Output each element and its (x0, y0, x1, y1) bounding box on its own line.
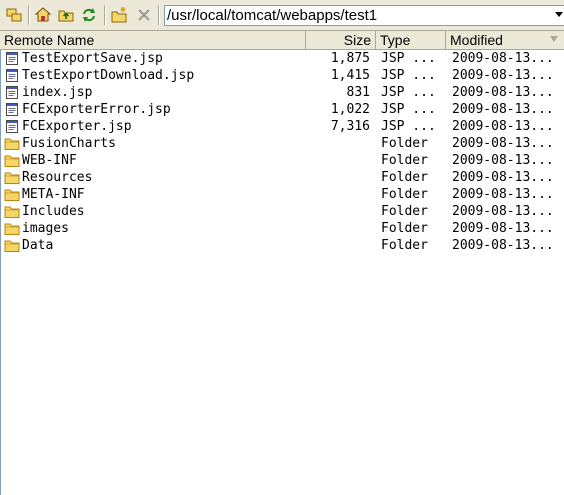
toolbar: /usr/local/tomcat/webapps/test1 (0, 0, 564, 31)
chevron-down-icon[interactable] (555, 12, 563, 17)
list-item[interactable]: Includes Folder 2009-08-13... (0, 203, 564, 220)
home-folder-icon[interactable] (32, 4, 54, 26)
folder-icon (4, 221, 20, 236)
file-name: Resources (22, 170, 93, 185)
remote-file-list[interactable]: TestExportSave.jsp 1,875 JSP ... 2009-08… (0, 50, 564, 495)
folder-icon (4, 153, 20, 168)
file-size (305, 152, 370, 169)
file-type: Folder (381, 238, 428, 253)
file-size: 831 (346, 85, 370, 100)
file-type: JSP ... (381, 102, 436, 117)
file-modified: 2009-08-13... (452, 136, 554, 151)
file-type: Folder (381, 221, 428, 236)
file-type: JSP ... (381, 85, 436, 100)
column-header-modified[interactable]: Modified (446, 31, 564, 49)
file-size (305, 186, 370, 203)
file-modified: 2009-08-13... (452, 85, 554, 100)
file-name: FCExporter.jsp (22, 119, 132, 134)
list-item[interactable]: TestExportSave.jsp 1,875 JSP ... 2009-08… (0, 50, 564, 67)
file-name: Data (22, 238, 54, 253)
file-name: META-INF (22, 187, 85, 202)
refresh-icon[interactable] (78, 4, 100, 26)
jsp-file-icon (4, 51, 20, 66)
file-type: JSP ... (381, 119, 436, 134)
jsp-file-icon (4, 102, 20, 117)
column-header-name[interactable]: Remote Name (0, 31, 306, 49)
folder-icon (4, 238, 20, 253)
file-modified: 2009-08-13... (452, 204, 554, 219)
file-name: TestExportDownload.jsp (22, 68, 195, 83)
file-name: FusionCharts (22, 136, 116, 151)
new-connection-icon[interactable] (3, 4, 25, 26)
list-item[interactable]: FusionCharts Folder 2009-08-13... (0, 135, 564, 152)
file-modified: 2009-08-13... (452, 153, 554, 168)
file-size (305, 220, 370, 237)
file-size (305, 203, 370, 220)
sort-indicator-icon (550, 36, 558, 42)
file-modified: 2009-08-13... (452, 68, 554, 83)
file-modified: 2009-08-13... (452, 238, 554, 253)
file-name: FCExporterError.jsp (22, 102, 171, 117)
list-item[interactable]: index.jsp 831 JSP ... 2009-08-13... (0, 84, 564, 101)
file-name: index.jsp (22, 85, 93, 100)
delete-icon[interactable] (133, 4, 155, 26)
file-type: JSP ... (381, 68, 436, 83)
parent-folder-icon[interactable] (55, 4, 77, 26)
remote-path-text: /usr/local/tomcat/webapps/test1 (167, 7, 378, 24)
list-item[interactable]: TestExportDownload.jsp 1,415 JSP ... 200… (0, 67, 564, 84)
file-size: 1,875 (330, 51, 370, 66)
file-modified: 2009-08-13... (452, 221, 554, 236)
list-item[interactable]: META-INF Folder 2009-08-13... (0, 186, 564, 203)
file-type: Folder (381, 187, 428, 202)
file-type: Folder (381, 204, 428, 219)
folder-icon (4, 204, 20, 219)
folder-icon (4, 136, 20, 151)
file-name: WEB-INF (22, 153, 77, 168)
file-modified: 2009-08-13... (452, 119, 554, 134)
file-size: 7,316 (330, 119, 370, 134)
column-header: Remote Name Size Type Modified (0, 31, 564, 50)
file-type: Folder (381, 153, 428, 168)
file-size (305, 169, 370, 186)
jsp-file-icon (4, 85, 20, 100)
column-header-modified-label: Modified (450, 32, 503, 48)
list-item[interactable]: images Folder 2009-08-13... (0, 220, 564, 237)
file-modified: 2009-08-13... (452, 170, 554, 185)
folder-icon (4, 187, 20, 202)
file-modified: 2009-08-13... (452, 51, 554, 66)
file-size: 1,022 (330, 102, 370, 117)
file-modified: 2009-08-13... (452, 187, 554, 202)
column-header-type[interactable]: Type (376, 31, 446, 49)
remote-path-combobox[interactable]: /usr/local/tomcat/webapps/test1 (164, 5, 564, 26)
file-name: TestExportSave.jsp (22, 51, 163, 66)
file-name: images (22, 221, 69, 236)
list-item[interactable]: FCExporter.jsp 7,316 JSP ... 2009-08-13.… (0, 118, 564, 135)
file-modified: 2009-08-13... (452, 102, 554, 117)
column-header-size[interactable]: Size (306, 31, 376, 49)
folder-icon (4, 170, 20, 185)
file-size: 1,415 (330, 68, 370, 83)
file-type: Folder (381, 170, 428, 185)
list-item[interactable]: Data Folder 2009-08-13... (0, 237, 564, 254)
new-folder-icon[interactable] (108, 4, 130, 26)
list-item[interactable]: FCExporterError.jsp 1,022 JSP ... 2009-0… (0, 101, 564, 118)
list-item[interactable]: Resources Folder 2009-08-13... (0, 169, 564, 186)
jsp-file-icon (4, 68, 20, 83)
file-name: Includes (22, 204, 85, 219)
file-type: JSP ... (381, 51, 436, 66)
list-item[interactable]: WEB-INF Folder 2009-08-13... (0, 152, 564, 169)
jsp-file-icon (4, 119, 20, 134)
file-size (305, 237, 370, 254)
file-size (305, 135, 370, 152)
file-type: Folder (381, 136, 428, 151)
